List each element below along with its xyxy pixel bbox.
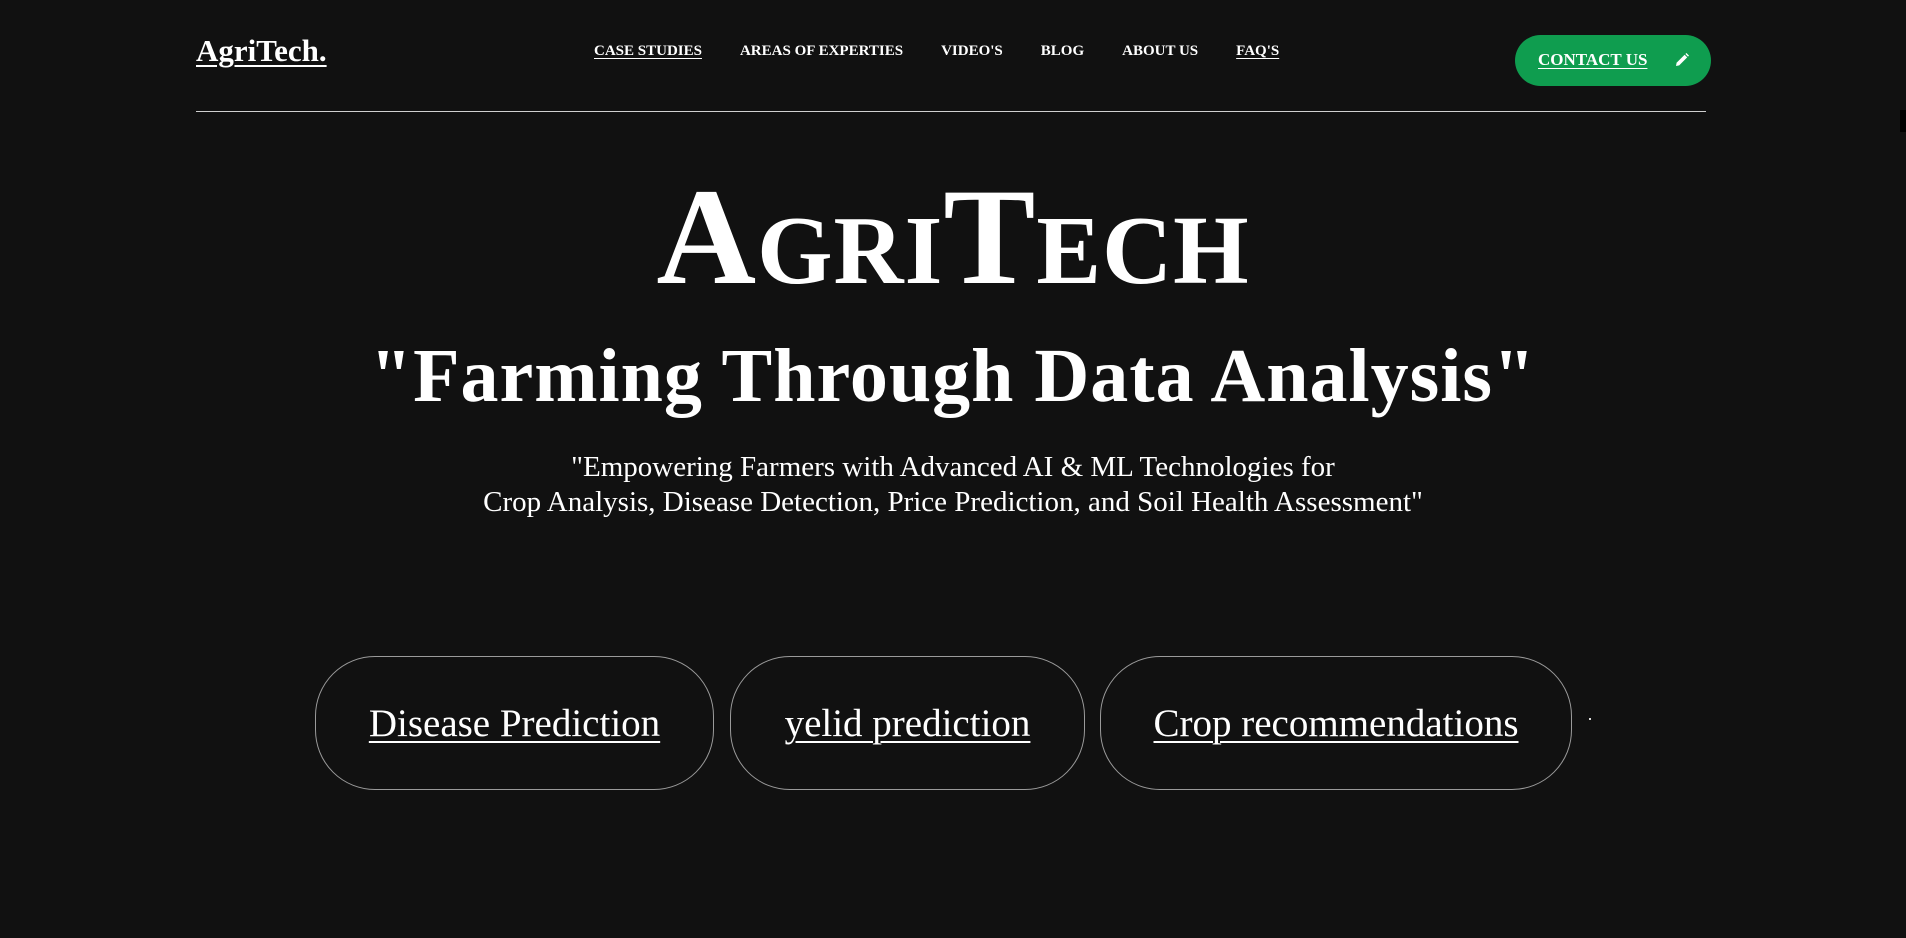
- nav-faqs[interactable]: FAQ'S: [1236, 43, 1279, 60]
- nav-videos[interactable]: VIDEO'S: [941, 43, 1003, 60]
- nav-blog[interactable]: BLOG: [1041, 43, 1084, 60]
- disease-prediction-link[interactable]: Disease Prediction: [369, 701, 660, 746]
- yield-prediction-link[interactable]: yelid prediction: [785, 701, 1031, 746]
- decorative-dot: [1589, 718, 1591, 720]
- site-header: AgriTech. CASE STUDIES AREAS OF EXPERTIE…: [196, 0, 1711, 112]
- nav-case-studies[interactable]: CASE STUDIES: [594, 43, 702, 60]
- crop-recommendations-link[interactable]: Crop recommendations: [1154, 701, 1519, 746]
- hero-subtitle: "Empowering Farmers with Advanced AI & M…: [0, 450, 1906, 520]
- nav-areas-of-experties[interactable]: AREAS OF EXPERTIES: [740, 43, 903, 60]
- hero-title: AgriTech: [656, 160, 1250, 313]
- main-nav: CASE STUDIES AREAS OF EXPERTIES VIDEO'S …: [594, 43, 1317, 60]
- yield-prediction-card[interactable]: yelid prediction: [730, 656, 1085, 790]
- pencil-icon: [1674, 52, 1690, 68]
- scrollbar-thumb[interactable]: [1900, 110, 1906, 132]
- crop-recommendations-card[interactable]: Crop recommendations: [1100, 656, 1572, 790]
- hero-subtitle-line-2: Crop Analysis, Disease Detection, Price …: [483, 486, 1423, 518]
- contact-us-button[interactable]: CONTACT US: [1515, 35, 1711, 86]
- disease-prediction-card[interactable]: Disease Prediction: [315, 656, 714, 790]
- page: AgriTech. CASE STUDIES AREAS OF EXPERTIE…: [0, 0, 1906, 938]
- nav-about-us[interactable]: ABOUT US: [1122, 43, 1198, 60]
- hero-subtitle-line-1: "Empowering Farmers with Advanced AI & M…: [571, 451, 1335, 483]
- contact-us-label: CONTACT US: [1538, 50, 1648, 69]
- hero-tagline: "Farming Through Data Analysis": [369, 334, 1537, 418]
- site-logo[interactable]: AgriTech.: [196, 33, 327, 69]
